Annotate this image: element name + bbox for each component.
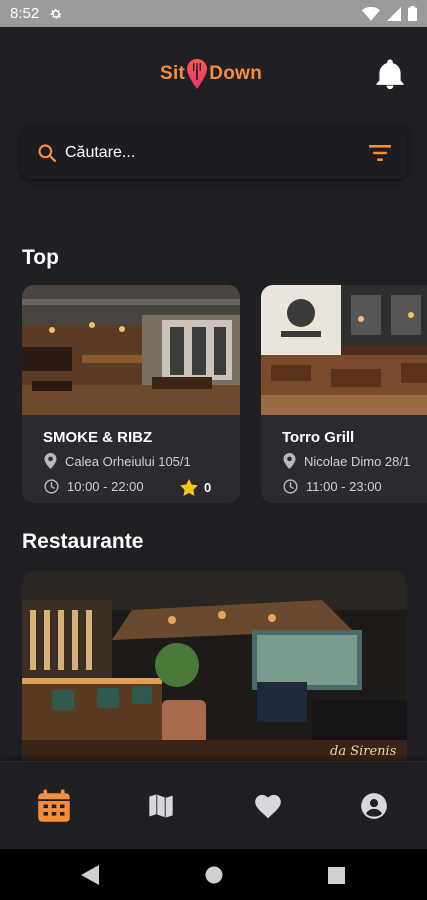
restaurant-card-torro-grill[interactable]: Torro Grill Nicolae Dimo 28/1 11:00 - 23…: [261, 285, 427, 503]
nav-favorites[interactable]: [248, 786, 288, 826]
restaurant-rating: 0: [180, 479, 211, 496]
restaurant-card-smoke-ribz[interactable]: SMOKE & RIBZ Calea Orheiului 105/1 10:00…: [22, 285, 240, 503]
clock-icon: [44, 479, 59, 494]
location-pin-icon: [44, 453, 57, 469]
back-icon: [81, 865, 99, 885]
restaurant-signage: da Sirenis: [330, 744, 397, 759]
restaurant-address: Calea Orheiului 105/1: [65, 453, 191, 469]
nav-map[interactable]: [141, 786, 181, 826]
search-input[interactable]: Căutare...: [65, 144, 369, 162]
section-title-top: Top: [22, 246, 59, 269]
home-icon: [205, 866, 223, 884]
star-icon: [180, 479, 198, 496]
restaurant-photo: da Sirenis: [22, 570, 407, 770]
top-carousel[interactable]: SMOKE & RIBZ Calea Orheiului 105/1 10:00…: [22, 285, 427, 503]
settings-gear-icon: [50, 8, 62, 19]
status-time: 8:52: [10, 5, 40, 22]
nav-account[interactable]: [354, 786, 394, 826]
restaurant-hours-row: 11:00 - 23:00: [283, 479, 382, 494]
app-header: Sit Down: [0, 27, 427, 127]
status-bar: 8:52: [0, 0, 427, 27]
restaurant-photo: [261, 285, 427, 415]
nav-calendar[interactable]: [34, 786, 74, 826]
app-screen: Sit Down Căutare... Top SMOKE & RIBZ Cal…: [0, 27, 427, 849]
restaurant-hours: 10:00 - 22:00: [67, 479, 144, 494]
recents-button[interactable]: [324, 863, 348, 887]
signal-icon: [387, 6, 401, 21]
account-icon: [361, 793, 387, 819]
restaurant-photo: [22, 285, 240, 415]
section-title-restaurants: Restaurante: [22, 530, 144, 553]
logo-text-down: Down: [209, 63, 263, 84]
rating-value: 0: [204, 480, 212, 495]
featured-restaurant-card[interactable]: da Sirenis: [22, 570, 407, 770]
search-icon: [38, 144, 57, 163]
filter-icon[interactable]: [369, 145, 391, 161]
bell-icon[interactable]: [373, 57, 407, 93]
battery-icon: [408, 6, 417, 21]
logo-pin-icon: [187, 59, 208, 89]
restaurant-hours: 11:00 - 23:00: [306, 479, 382, 494]
restaurant-address-row: Calea Orheiului 105/1: [44, 453, 191, 469]
wifi-icon: [362, 6, 380, 21]
system-navigation-bar: [0, 849, 427, 900]
bottom-navigation: [0, 761, 427, 849]
restaurant-name: SMOKE & RIBZ: [43, 429, 153, 446]
restaurant-name: Torro Grill: [282, 429, 355, 446]
restaurant-hours-row: 10:00 - 22:00: [44, 479, 144, 494]
map-icon: [149, 794, 173, 818]
back-button[interactable]: [78, 863, 102, 887]
restaurant-address-row: Nicolae Dimo 28/1: [283, 453, 410, 469]
location-pin-icon: [283, 453, 296, 469]
logo-text-sit: Sit: [160, 63, 186, 84]
restaurant-address: Nicolae Dimo 28/1: [304, 453, 411, 469]
home-button[interactable]: [202, 863, 226, 887]
heart-icon: [255, 794, 281, 819]
calendar-icon: [38, 789, 70, 822]
clock-icon: [283, 479, 298, 494]
app-logo: Sit Down: [160, 59, 262, 89]
search-bar[interactable]: Căutare...: [21, 127, 407, 179]
recents-icon: [327, 866, 345, 884]
